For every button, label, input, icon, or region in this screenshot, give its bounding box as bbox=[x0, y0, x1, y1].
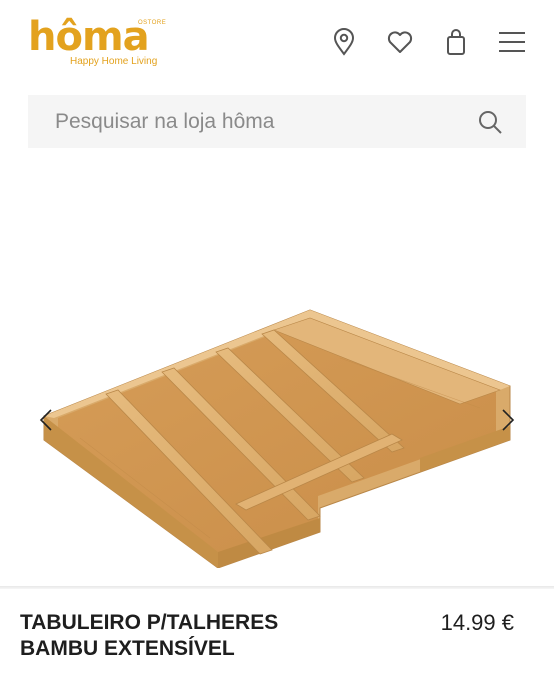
site-header: hôma OSTORE Happy Home Living bbox=[0, 0, 554, 80]
search-input[interactable] bbox=[28, 95, 468, 148]
location-pin-icon bbox=[333, 28, 355, 56]
carousel-next-button[interactable] bbox=[496, 406, 520, 434]
logo-store-label: OSTORE bbox=[138, 20, 167, 26]
hamburger-menu-icon bbox=[499, 32, 525, 52]
search-button[interactable] bbox=[476, 108, 504, 136]
chevron-left-icon bbox=[39, 409, 52, 431]
main-menu-button[interactable] bbox=[494, 24, 530, 60]
search-bar bbox=[28, 95, 526, 148]
store-locator-button[interactable] bbox=[326, 24, 362, 60]
heart-icon bbox=[387, 31, 413, 53]
product-image bbox=[43, 309, 511, 568]
wishlist-button[interactable] bbox=[382, 24, 418, 60]
logo-tagline: Happy Home Living bbox=[70, 56, 158, 67]
cart-button[interactable] bbox=[438, 24, 474, 60]
homa-logo[interactable]: hôma OSTORE Happy Home Living bbox=[28, 14, 168, 70]
product-image-carousel[interactable] bbox=[0, 230, 554, 580]
chevron-right-icon bbox=[502, 409, 515, 431]
search-icon bbox=[479, 111, 502, 134]
product-price: 14.99 € bbox=[440, 610, 514, 635]
shopping-bag-icon bbox=[447, 29, 465, 55]
product-name: TABULEIRO P/TALHERES BAMBU EXTENSÍVEL bbox=[20, 611, 279, 660]
carousel-prev-button[interactable] bbox=[34, 406, 58, 434]
logo-wordmark: hôma bbox=[28, 14, 150, 60]
section-divider bbox=[0, 586, 554, 589]
